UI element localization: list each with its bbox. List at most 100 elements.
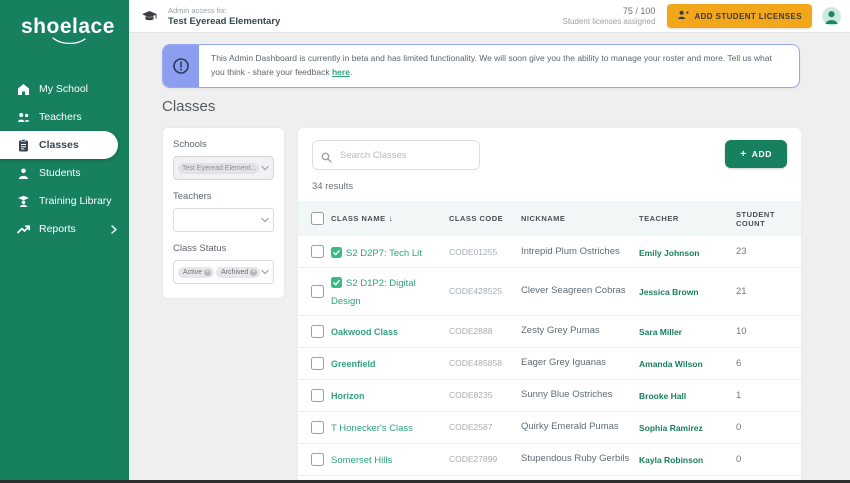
class-code-cell: CODE2888 xyxy=(449,326,521,336)
class-name-cell: Somerset Hills xyxy=(331,450,449,468)
banner-message-period: . xyxy=(350,67,352,77)
sidebar-item-training-library[interactable]: Training Library xyxy=(0,187,129,215)
nickname-cell: Stupendous Ruby Gerbils xyxy=(521,452,639,466)
brand-logo: shoelace xyxy=(0,0,129,45)
teacher-link[interactable]: Sara Miller xyxy=(639,327,682,337)
status-chip-active: Active × xyxy=(178,267,214,278)
class-name-cell: Horizon xyxy=(331,386,449,404)
table-row[interactable]: S2 D1P2: Digital Design CODE428525Clever … xyxy=(298,268,801,316)
header-checkbox-cell xyxy=(298,212,331,225)
student-count-cell: 10 xyxy=(736,326,801,337)
search-input[interactable] xyxy=(312,140,480,170)
column-nickname: NICKNAME xyxy=(521,214,639,223)
teacher-link[interactable]: Jessica Brown xyxy=(639,287,699,297)
nickname-cell: Zesty Grey Pumas xyxy=(521,324,639,338)
teacher-link[interactable]: Emily Johnson xyxy=(639,248,699,258)
nickname-cell: Quirky Emerald Pumas xyxy=(521,420,639,434)
student-count-cell: 21 xyxy=(736,286,801,297)
beta-notice-banner: This Admin Dashboard is currently in bet… xyxy=(162,44,800,88)
add-class-button[interactable]: + ADD xyxy=(725,140,787,168)
table-row[interactable]: Oakwood Class CODE2888Zesty Grey PumasSar… xyxy=(298,316,801,348)
row-checkbox-cell xyxy=(298,325,331,338)
row-checkbox[interactable] xyxy=(311,389,324,402)
sidebar-item-reports[interactable]: Reports xyxy=(0,215,129,243)
schools-filter-select[interactable]: Test Eyeread Element... xyxy=(173,156,274,180)
column-class-code: CLASS CODE xyxy=(449,214,521,223)
class-name-link[interactable]: T Honecker's Class xyxy=(331,423,413,434)
table-row[interactable]: HorizonCODE8235Sunny Blue OstrichesBrook… xyxy=(298,380,801,412)
teacher-link[interactable]: Brooke Hall xyxy=(639,391,686,401)
column-class-name[interactable]: CLASS NAME↓ xyxy=(331,214,449,223)
teacher-link[interactable]: Sophia Ramirez xyxy=(639,423,703,433)
logo-swoosh-icon xyxy=(51,37,99,45)
topbar: Admin access for: Test Eyeread Elementar… xyxy=(129,0,850,33)
school-name: Test Eyeread Elementary xyxy=(168,16,280,27)
training-icon xyxy=(17,195,30,208)
sort-desc-icon[interactable]: ↓ xyxy=(389,214,393,223)
nickname-cell: Eager Grey Iguanas xyxy=(521,356,639,370)
admin-access-label: Admin access for: xyxy=(168,6,280,15)
chevron-right-icon xyxy=(111,225,117,234)
class-status-filter-select[interactable]: Active × Archived × xyxy=(173,260,274,284)
class-code-cell: CODE428525 xyxy=(449,286,521,296)
sidebar-item-label: Reports xyxy=(39,223,76,235)
row-checkbox[interactable] xyxy=(311,453,324,466)
banner-message: This Admin Dashboard is currently in bet… xyxy=(199,45,799,87)
main-content: This Admin Dashboard is currently in bet… xyxy=(129,34,850,483)
sidebar-item-teachers[interactable]: Teachers xyxy=(0,103,129,131)
class-name-link[interactable]: Oakwood Class xyxy=(331,327,398,337)
class-name-cell: Oakwood Class xyxy=(331,322,449,340)
student-icon xyxy=(17,167,30,180)
remove-chip-icon[interactable]: × xyxy=(204,269,211,276)
class-name-link[interactable]: S2 D1P2: Digital Design xyxy=(331,278,416,307)
search-icon xyxy=(321,150,332,168)
column-student-count: STUDENT COUNT xyxy=(736,210,801,228)
schools-filter-value: Test Eyeread Element... xyxy=(178,163,259,174)
teacher-link[interactable]: Kayla Robinson xyxy=(639,455,703,465)
add-student-licenses-button[interactable]: ADD STUDENT LICENSES xyxy=(667,4,812,28)
row-checkbox-cell xyxy=(298,453,331,466)
class-code-cell: CODE2587 xyxy=(449,422,521,432)
class-name-link[interactable]: Horizon xyxy=(331,391,365,401)
row-checkbox-cell xyxy=(298,245,331,258)
row-checkbox-cell xyxy=(298,357,331,370)
class-name-link[interactable]: S2 D2P7: Tech Lit xyxy=(346,248,422,259)
verified-check-icon xyxy=(331,277,342,288)
row-checkbox[interactable] xyxy=(311,357,324,370)
nickname-cell: Intrepid Plum Ostriches xyxy=(521,245,639,259)
class-name-link[interactable]: Somerset Hills xyxy=(331,455,392,466)
sidebar-nav: My School Teachers Classes Students Trai… xyxy=(0,75,129,243)
table-row[interactable]: T Honecker's Class CODE2587Quirky Emerald… xyxy=(298,412,801,444)
graduation-cap-icon xyxy=(141,10,158,23)
banner-icon-section xyxy=(163,45,199,87)
remove-chip-icon[interactable]: × xyxy=(250,269,257,276)
user-avatar[interactable] xyxy=(822,7,841,26)
teacher-link[interactable]: Amanda Wilson xyxy=(639,359,703,369)
table-row[interactable]: Somerset HillsCODE27899Stupendous Ruby G… xyxy=(298,444,801,476)
nickname-cell: Clever Seagreen Cobras xyxy=(521,284,639,298)
schools-filter-label: Schools xyxy=(173,139,274,150)
select-all-checkbox[interactable] xyxy=(311,212,324,225)
sidebar-item-classes[interactable]: Classes xyxy=(0,131,118,159)
row-checkbox[interactable] xyxy=(311,325,324,338)
row-checkbox[interactable] xyxy=(311,245,324,258)
class-status-filter-label: Class Status xyxy=(173,243,274,254)
sidebar-item-students[interactable]: Students xyxy=(0,159,129,187)
student-count-cell: 23 xyxy=(736,246,801,257)
table-row[interactable]: S2 D2P7: Tech LitCODE01255Intrepid Plum … xyxy=(298,236,801,268)
chevron-down-icon xyxy=(261,166,269,171)
teachers-filter-select[interactable] xyxy=(173,208,274,232)
feedback-link[interactable]: here xyxy=(332,67,350,77)
table-row[interactable]: GreenfieldCODE485858Eager Grey IguanasAm… xyxy=(298,348,801,380)
search-box xyxy=(312,140,480,170)
brand-logo-text: shoelace xyxy=(21,15,115,38)
row-checkbox[interactable] xyxy=(311,421,324,434)
sidebar-item-my-school[interactable]: My School xyxy=(0,75,129,103)
class-name-cell: Greenfield xyxy=(331,354,449,372)
class-name-link[interactable]: Greenfield xyxy=(331,359,376,369)
chevron-down-icon xyxy=(261,270,269,275)
verified-check-icon xyxy=(331,247,342,258)
add-class-label: ADD xyxy=(752,149,772,159)
row-checkbox[interactable] xyxy=(311,285,324,298)
status-chip-active-label: Active xyxy=(183,269,202,276)
